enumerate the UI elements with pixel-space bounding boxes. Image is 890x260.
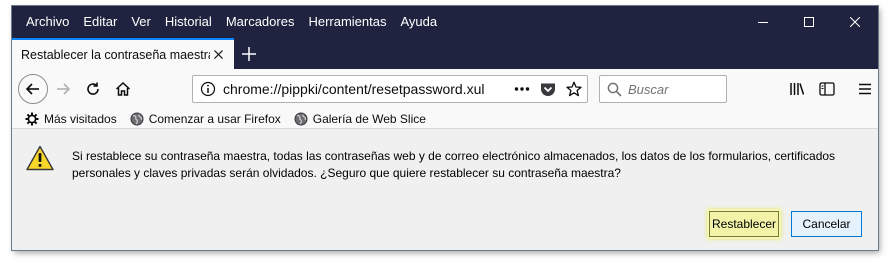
menu-historial[interactable]: Historial [160, 6, 217, 38]
bookmark-most-visited[interactable]: Más visitados [25, 112, 117, 126]
hamburger-menu-icon [859, 83, 871, 95]
close-window-button[interactable] [832, 6, 878, 38]
menu-list: Archivo Editar Ver Historial Marcadores … [12, 6, 446, 38]
search-icon [607, 82, 622, 97]
tab-close-button[interactable] [210, 47, 226, 63]
browser-window: Archivo Editar Ver Historial Marcadores … [12, 6, 878, 250]
warning-icon [26, 145, 54, 171]
minimize-icon [758, 22, 768, 23]
url-bar[interactable]: chrome://pippki/content/resetpassword.xu… [192, 75, 588, 103]
close-icon [850, 17, 860, 27]
bookmark-getting-started[interactable]: Comenzar a usar Firefox [130, 112, 281, 126]
search-icon-container [600, 82, 628, 97]
sidebar-button[interactable] [812, 74, 842, 104]
menu-marcadores[interactable]: Marcadores [221, 6, 300, 38]
star-icon [566, 81, 582, 97]
maximize-button[interactable] [786, 6, 832, 38]
menu-herramientas[interactable]: Herramientas [303, 6, 391, 38]
menu-archivo[interactable]: Archivo [21, 6, 74, 38]
bookmarks-toolbar: Más visitados Comenzar a usar Firefox Ga… [12, 109, 878, 129]
tab-reset-master-password[interactable]: Restablecer la contraseña maestra [12, 38, 234, 69]
reload-icon [87, 82, 99, 95]
pocket-button[interactable] [535, 82, 561, 97]
tab-title: Restablecer la contraseña maestra [21, 47, 210, 62]
bookmark-star-button[interactable] [561, 81, 587, 97]
window-controls [740, 6, 878, 38]
bookmark-label: Comenzar a usar Firefox [148, 111, 281, 126]
page-actions-button[interactable] [509, 86, 535, 92]
search-input[interactable]: Buscar [628, 82, 668, 97]
maximize-icon [804, 17, 814, 27]
library-button[interactable] [782, 74, 812, 104]
gear-icon [25, 112, 39, 125]
close-icon [213, 50, 223, 59]
cancel-button[interactable]: Cancelar [791, 211, 862, 237]
arrow-left-icon [25, 83, 39, 95]
plus-icon [242, 46, 256, 61]
arrow-right-icon [57, 83, 71, 95]
bookmark-web-slice-gallery[interactable]: Galería de Web Slice [294, 112, 426, 126]
toolbar-right [782, 74, 878, 104]
reload-button[interactable] [78, 74, 108, 104]
reset-password-dialog: Si restablece su contraseña maestra, tod… [12, 130, 878, 250]
pocket-icon [541, 83, 555, 96]
bookmark-label: Más visitados [44, 111, 117, 126]
menu-editar[interactable]: Editar [78, 6, 122, 38]
menu-ver[interactable]: Ver [126, 6, 156, 38]
back-button[interactable] [18, 74, 48, 104]
tab-strip: Restablecer la contraseña maestra [12, 38, 878, 69]
menu-ayuda[interactable]: Ayuda [395, 6, 442, 38]
app-menu-button[interactable] [850, 74, 878, 104]
menu-bar: Archivo Editar Ver Historial Marcadores … [12, 6, 878, 38]
globe-icon [130, 112, 144, 125]
minimize-button[interactable] [740, 6, 786, 38]
bookmark-label: Galería de Web Slice [312, 111, 426, 126]
site-info-button[interactable] [193, 81, 223, 97]
home-icon [115, 81, 131, 96]
reset-button[interactable]: Restablecer [709, 211, 779, 237]
search-bar[interactable]: Buscar [599, 75, 727, 103]
home-button[interactable] [108, 74, 138, 104]
globe-icon [294, 112, 308, 125]
dialog-message: Si restablece su contraseña maestra, tod… [72, 149, 836, 180]
sidebar-icon [819, 82, 835, 96]
warning-icon-container [26, 145, 54, 174]
library-icon [790, 83, 805, 95]
forward-button[interactable] [48, 74, 78, 104]
navigation-toolbar: chrome://pippki/content/resetpassword.xu… [12, 69, 878, 109]
new-tab-button[interactable] [234, 38, 264, 69]
info-icon [200, 81, 216, 97]
url-text[interactable]: chrome://pippki/content/resetpassword.xu… [223, 81, 509, 97]
more-horizontal-icon [514, 87, 530, 91]
